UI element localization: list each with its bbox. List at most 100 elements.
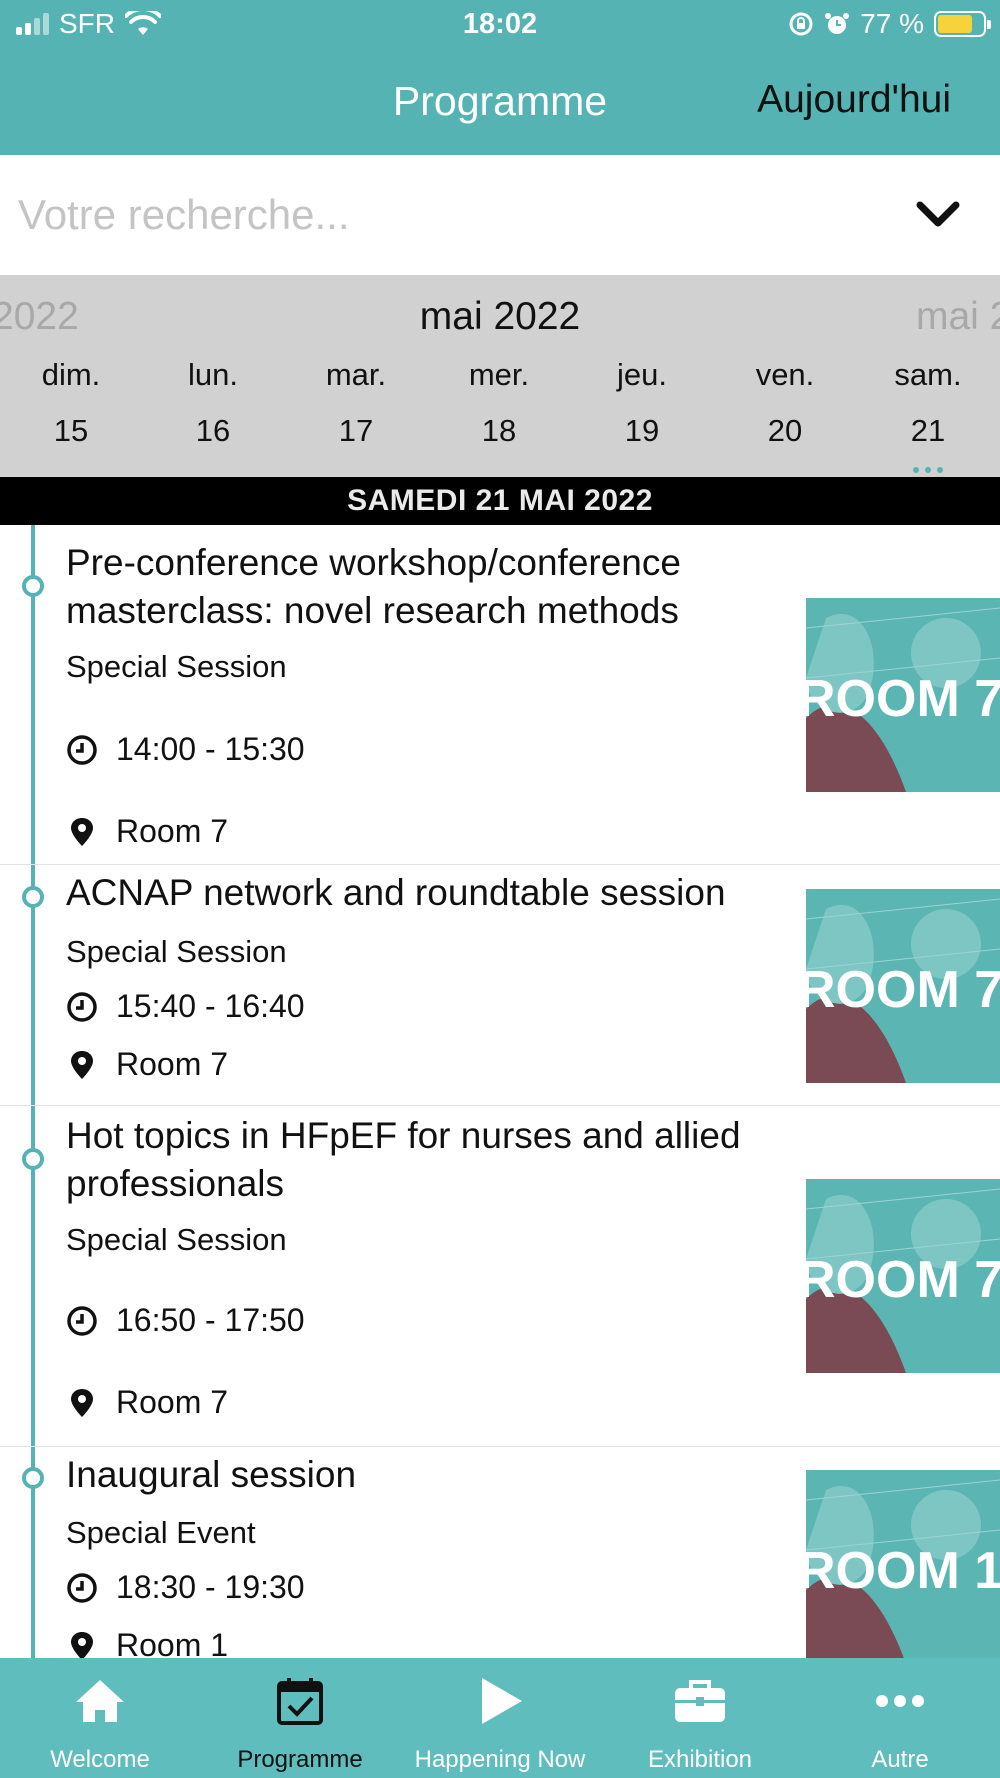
next-month-label: mai 2 (916, 295, 1000, 338)
timeline-node (22, 886, 44, 908)
session-item[interactable]: ACNAP network and roundtable session Spe… (0, 865, 1000, 1106)
day-date: 19 (624, 413, 660, 448)
briefcase-icon (675, 1680, 725, 1722)
timeline-node (22, 575, 44, 597)
tab-autre[interactable]: Autre (800, 1658, 1000, 1778)
day-date: 16 (195, 413, 231, 448)
calendar-day[interactable]: mer. 18 (428, 357, 570, 449)
session-time: 16:50 - 17:50 (116, 1302, 305, 1338)
session-room: Room 7 (116, 1384, 229, 1420)
day-date: 20 (767, 413, 803, 448)
home-icon (76, 1680, 124, 1722)
events-indicator-dots (913, 467, 943, 473)
session-list[interactable]: Pre-conference workshop/conference maste… (0, 525, 1000, 1658)
tab-label: Happening Now (414, 1746, 586, 1773)
session-item[interactable]: Pre-conference workshop/conference maste… (0, 525, 1000, 865)
day-name: mar. (325, 357, 387, 392)
tab-programme[interactable]: Programme (200, 1658, 400, 1778)
session-type: Special Session (66, 649, 287, 684)
chevron-down-icon[interactable] (914, 197, 962, 233)
session-time: 18:30 - 19:30 (116, 1569, 305, 1605)
alarm-icon (825, 13, 850, 34)
timeline-node (22, 1148, 44, 1170)
session-time-row: 18:30 - 19:30 (66, 1569, 305, 1606)
top-bar: SFR 18:02 77 % Programme Aujourd'hui (0, 0, 1000, 155)
day-name: sam. (894, 357, 962, 392)
session-time-row: 14:00 - 15:30 (66, 731, 305, 768)
bottom-tab-bar: Welcome Programme Happening Now Exhibiti… (0, 1658, 1000, 1778)
room-thumbnail: ROOM 7 (806, 1179, 1000, 1373)
session-time-row: 15:40 - 16:40 (66, 988, 305, 1025)
session-room-row: Room 7 (66, 1384, 228, 1421)
day-date: 17 (338, 413, 374, 448)
session-item[interactable]: Inaugural session Special Event 18:30 - … (0, 1447, 1000, 1658)
more-icon (876, 1695, 924, 1707)
day-name: ven. (755, 357, 815, 392)
day-name: mer. (468, 357, 530, 392)
tab-label: Welcome (50, 1746, 150, 1773)
session-title: Inaugural session (66, 1454, 357, 1495)
clock-icon (67, 1572, 97, 1603)
day-date: 18 (481, 413, 517, 448)
location-pin-icon (71, 817, 93, 846)
session-room-row: Room 7 (66, 1046, 228, 1083)
session-room: Room 1 (116, 1627, 229, 1658)
location-pin-icon (71, 1050, 93, 1079)
timeline-node (22, 1467, 44, 1489)
tab-label: Autre (871, 1746, 929, 1773)
session-time: 14:00 - 15:30 (116, 731, 305, 767)
today-button[interactable]: Aujourd'hui (757, 78, 951, 122)
session-room: Room 7 (116, 813, 229, 849)
session-room-row: Room 1 (66, 1627, 228, 1658)
calendar-check-icon (277, 1678, 323, 1725)
session-type: Special Event (66, 1515, 256, 1550)
clock-icon (67, 734, 97, 765)
calendar-day[interactable]: lun. 16 (142, 357, 284, 449)
session-title: Pre-conference workshop/conference maste… (66, 542, 681, 631)
day-date: 15 (53, 413, 89, 448)
session-title: ACNAP network and roundtable session (66, 872, 726, 913)
location-pin-icon (71, 1388, 93, 1417)
tab-label: Programme (237, 1746, 363, 1773)
session-type: Special Session (66, 1222, 287, 1257)
session-time: 15:40 - 16:40 (116, 988, 305, 1024)
search-bar (0, 155, 1000, 275)
day-name: lun. (188, 357, 238, 392)
clock-icon (67, 991, 97, 1022)
room-thumbnail-label: ROOM 7 (806, 670, 1000, 728)
session-type: Special Session (66, 934, 287, 969)
battery-charging-icon (934, 11, 991, 37)
room-thumbnail: ROOM 7 (806, 889, 1000, 1083)
session-room: Room 7 (116, 1046, 229, 1082)
tab-happening-now[interactable]: Happening Now (400, 1658, 600, 1778)
battery-level-fill (938, 15, 972, 33)
session-room-row: Room 7 (66, 813, 228, 850)
room-thumbnail-label: ROOM 7 (806, 961, 1000, 1019)
date-strip[interactable]: 2022 mai 2022 mai 2 dim. 15 lun. 16 mar.… (0, 275, 1000, 477)
search-input[interactable] (18, 185, 878, 245)
room-thumbnail-label: ROOM 7 (806, 1251, 1000, 1309)
session-time-row: 16:50 - 17:50 (66, 1302, 305, 1339)
room-thumbnail-label: ROOM 1 (806, 1542, 1000, 1600)
clock-icon (67, 1305, 97, 1336)
calendar-day[interactable]: jeu. 19 (571, 357, 713, 449)
room-thumbnail: ROOM 7 (806, 598, 1000, 792)
tab-welcome[interactable]: Welcome (0, 1658, 200, 1778)
location-pin-icon (71, 1631, 93, 1658)
day-date: 21 (910, 413, 946, 448)
session-title: Hot topics in HFpEF for nurses and allie… (66, 1115, 741, 1204)
calendar-day-selected[interactable]: sam. 21 (857, 357, 999, 473)
battery-percentage: 77 % (860, 8, 924, 39)
tab-label: Exhibition (647, 1746, 753, 1773)
status-bar: SFR 18:02 77 % (0, 0, 1000, 50)
play-icon (482, 1678, 522, 1724)
calendar-day[interactable]: dim. 15 (0, 357, 142, 449)
tab-exhibition[interactable]: Exhibition (600, 1658, 800, 1778)
day-name: jeu. (617, 357, 667, 392)
day-name: dim. (41, 357, 101, 392)
calendar-day[interactable]: mar. 17 (285, 357, 427, 449)
calendar-day[interactable]: ven. 20 (714, 357, 856, 449)
session-item[interactable]: Hot topics in HFpEF for nurses and allie… (0, 1106, 1000, 1447)
current-month-label: mai 2022 (419, 295, 581, 338)
day-section-header: SAMEDI 21 MAI 2022 (0, 477, 1000, 525)
